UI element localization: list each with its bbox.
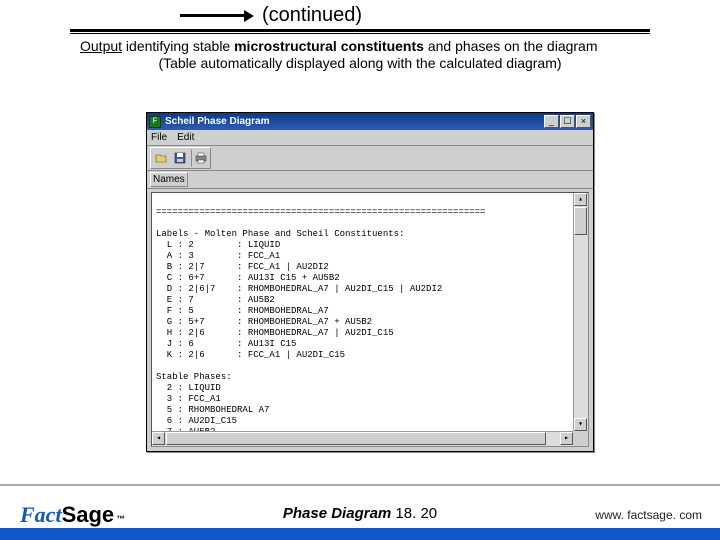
microstructural-bold: microstructural constituents [234,38,424,54]
app-icon: F [149,116,161,128]
output-underline: Output [80,38,122,54]
names-label: Names [150,172,188,187]
arrow-line-icon [180,14,244,17]
description-line-1: Output identifying stable microstructura… [80,38,650,54]
description-line-2: (Table automatically displayed along wit… [70,55,650,71]
vertical-scrollbar[interactable]: ▴ ▾ [573,193,588,431]
label-row: Names [147,171,593,189]
footer: FactSage™ Phase Diagram 18. 20 www. fact… [0,484,720,540]
footer-blue-bar [0,528,720,540]
slide-number: 18. 20 [395,505,437,522]
text-output-pane[interactable]: ========================================… [152,193,573,431]
open-button[interactable] [152,149,170,167]
footer-url: www. factsage. com [595,508,702,522]
save-button[interactable] [171,149,189,167]
continued-label: (continued) [262,4,362,27]
horizontal-scroll-thumb[interactable] [166,432,546,445]
phase-diagram-window: F Scheil Phase Diagram _ ☐ × File Edit N… [146,112,594,452]
print-button[interactable] [191,149,209,167]
scroll-up-button[interactable]: ▴ [574,193,587,206]
scroll-left-button[interactable]: ◂ [152,432,165,445]
header-rule [70,29,650,34]
arrow-head-icon [244,10,254,22]
scroll-right-button[interactable]: ▸ [560,432,573,445]
floppy-disk-icon [174,152,186,164]
toolbar [147,146,593,171]
scroll-down-button[interactable]: ▾ [574,418,587,431]
printer-icon [195,152,207,164]
menu-edit[interactable]: Edit [177,132,194,143]
window-titlebar[interactable]: F Scheil Phase Diagram _ ☐ × [147,113,593,130]
scrollbar-corner [573,431,588,446]
menubar: File Edit [147,130,593,146]
window-title: Scheil Phase Diagram [165,116,544,127]
close-button[interactable]: × [576,115,591,128]
maximize-button[interactable]: ☐ [560,115,575,128]
client-area: ========================================… [151,192,589,447]
continue-arrow-row: (continued) [180,4,650,27]
phase-diagram-label: Phase Diagram [283,505,391,522]
vertical-scroll-thumb[interactable] [574,207,587,235]
horizontal-scrollbar[interactable]: ◂ ▸ [152,431,573,446]
folder-open-icon [155,152,167,164]
menu-file[interactable]: File [151,132,167,143]
minimize-button[interactable]: _ [544,115,559,128]
